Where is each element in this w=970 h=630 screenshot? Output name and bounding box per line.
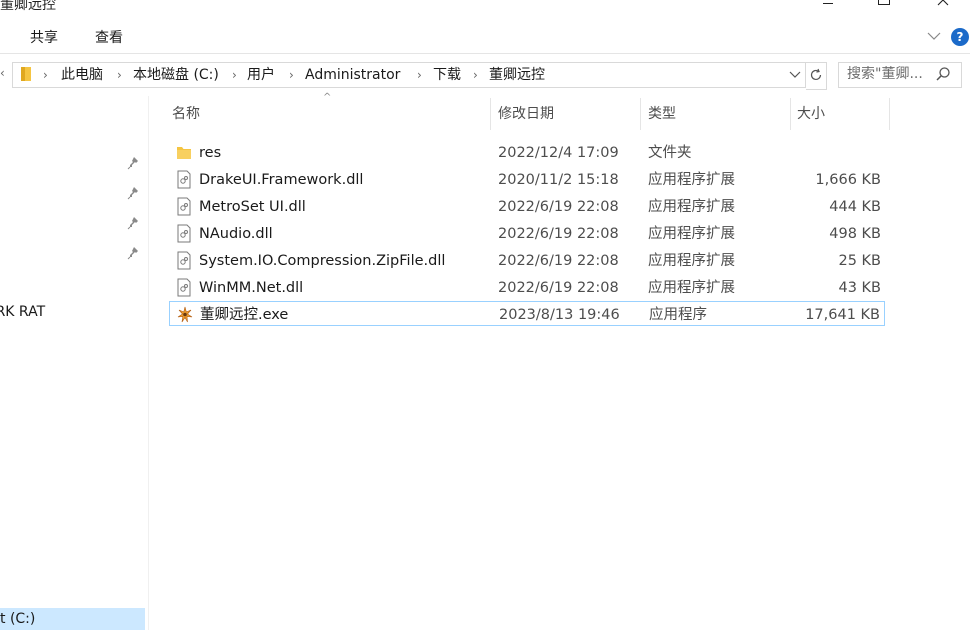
breadcrumb-this-pc[interactable]: 此电脑 — [61, 66, 103, 84]
file-name: 董卿远控.exe — [200, 307, 289, 323]
file-type: 应用程序扩展 — [648, 172, 735, 188]
column-type[interactable]: 类型 — [648, 98, 676, 130]
folder-icon — [177, 147, 191, 159]
dll-file-icon — [177, 278, 191, 297]
breadcrumb-local-disk[interactable]: 本地磁盘 (C:) — [133, 66, 219, 84]
column-date[interactable]: 修改日期 — [498, 98, 554, 130]
column-divider[interactable] — [790, 98, 791, 130]
breadcrumb-current-folder[interactable]: 董卿远控 — [489, 66, 545, 84]
dll-file-icon — [177, 170, 191, 189]
file-size: 444 KB — [829, 199, 881, 215]
dll-file-icon — [177, 251, 191, 270]
file-name: MetroSet UI.dll — [199, 199, 306, 215]
search-input[interactable] — [847, 66, 935, 82]
file-name: res — [199, 145, 222, 161]
file-date: 2022/6/19 22:08 — [498, 199, 619, 215]
refresh-button[interactable] — [806, 62, 827, 90]
list-item[interactable]: System.IO.Compression.ZipFile.dll 2022/6… — [169, 248, 885, 273]
file-type: 应用程序扩展 — [648, 280, 735, 296]
file-date: 2023/8/13 19:46 — [499, 307, 620, 323]
breadcrumb-administrator[interactable]: Administrator — [305, 66, 400, 84]
file-size: 25 KB — [838, 253, 881, 269]
file-name: WinMM.Net.dll — [199, 280, 304, 296]
nav-item-ark-rat[interactable]: ARK RAT — [0, 304, 45, 320]
file-date: 2022/12/4 17:09 — [498, 145, 619, 161]
ribbon-divider — [0, 53, 970, 54]
breadcrumb-users[interactable]: 用户 — [247, 66, 275, 84]
close-button[interactable] — [920, 0, 966, 14]
crumb-separator[interactable]: › — [232, 66, 237, 84]
sort-up-icon: ^ — [323, 92, 332, 103]
breadcrumb-downloads[interactable]: 下载 — [433, 66, 461, 84]
refresh-icon — [810, 68, 822, 81]
minimize-button[interactable] — [805, 0, 851, 14]
nav-item-local-disk[interactable]: t (C:) — [0, 608, 145, 630]
file-type: 应用程序扩展 — [648, 226, 735, 242]
file-name: NAudio.dll — [199, 226, 273, 242]
file-date: 2022/6/19 22:08 — [498, 280, 619, 296]
address-dropdown-button[interactable] — [787, 65, 803, 85]
crumb-separator[interactable]: › — [43, 66, 48, 84]
file-type: 应用程序扩展 — [648, 199, 735, 215]
crumb-separator[interactable]: › — [289, 66, 294, 84]
column-name[interactable]: 名称 — [172, 98, 200, 130]
list-item[interactable]: MetroSet UI.dll 2022/6/19 22:08 应用程序扩展 4… — [169, 194, 885, 219]
file-size: 43 KB — [838, 280, 881, 296]
maximize-button[interactable] — [861, 0, 907, 14]
help-button[interactable]: ? — [951, 28, 969, 46]
crumb-separator[interactable]: › — [117, 66, 122, 84]
maximize-icon — [878, 0, 890, 5]
file-size: 498 KB — [829, 226, 881, 242]
close-icon — [937, 0, 949, 6]
tab-view[interactable]: 查看 — [95, 28, 123, 48]
file-date: 2022/6/19 22:08 — [498, 253, 619, 269]
pin-icon[interactable] — [127, 156, 141, 170]
exe-app-icon — [177, 306, 193, 323]
list-item[interactable]: WinMM.Net.dll 2022/6/19 22:08 应用程序扩展 43 … — [169, 275, 885, 300]
list-item[interactable]: res 2022/12/4 17:09 文件夹 — [169, 140, 885, 165]
pin-icon[interactable] — [127, 246, 141, 260]
pin-icon[interactable] — [127, 186, 141, 200]
list-item[interactable]: DrakeUI.Framework.dll 2020/11/2 15:18 应用… — [169, 167, 885, 192]
column-divider[interactable] — [490, 98, 491, 130]
dll-file-icon — [177, 224, 191, 243]
file-type: 应用程序扩展 — [648, 253, 735, 269]
file-date: 2022/6/19 22:08 — [498, 226, 619, 242]
chevron-down-icon — [789, 71, 801, 78]
crumb-separator[interactable]: › — [417, 66, 422, 84]
column-divider[interactable] — [640, 98, 641, 130]
column-header: ^ 名称 修改日期 类型 大小 — [165, 92, 890, 130]
nav-item-label: ARK RAT — [0, 304, 46, 320]
minimize-icon — [823, 2, 833, 4]
file-size: 1,666 KB — [815, 172, 881, 188]
crumb-separator[interactable]: › — [473, 66, 478, 84]
search-box[interactable] — [838, 62, 962, 88]
tab-share[interactable]: 共享 — [30, 28, 58, 48]
pin-icon[interactable] — [127, 216, 141, 230]
file-size: 17,641 KB — [805, 307, 880, 323]
list-item[interactable]: NAudio.dll 2022/6/19 22:08 应用程序扩展 498 KB — [169, 221, 885, 246]
ribbon-expand-button[interactable] — [925, 27, 943, 47]
chevron-down-icon — [927, 32, 941, 40]
nav-item-label: t (C:) — [0, 611, 36, 627]
column-divider[interactable] — [889, 98, 890, 130]
folder-icon — [21, 67, 31, 81]
chevron-left-icon[interactable]: ‹ — [0, 66, 5, 80]
address-bar[interactable]: › 此电脑 › 本地磁盘 (C:) › 用户 › Administrator ›… — [12, 62, 806, 88]
file-date: 2020/11/2 15:18 — [498, 172, 619, 188]
list-item-selected[interactable]: 董卿远控.exe 2023/8/13 19:46 应用程序 17,641 KB — [169, 301, 885, 326]
file-name: System.IO.Compression.ZipFile.dll — [199, 253, 446, 269]
file-type: 应用程序 — [649, 307, 707, 323]
dll-file-icon — [177, 197, 191, 216]
navigation-pane: ARK RAT t (C:) — [0, 96, 149, 630]
file-name: DrakeUI.Framework.dll — [199, 172, 364, 188]
search-icon[interactable] — [935, 66, 951, 82]
window-title: 董卿远控 — [0, 0, 56, 13]
file-type: 文件夹 — [648, 145, 692, 161]
column-size[interactable]: 大小 — [797, 98, 825, 130]
